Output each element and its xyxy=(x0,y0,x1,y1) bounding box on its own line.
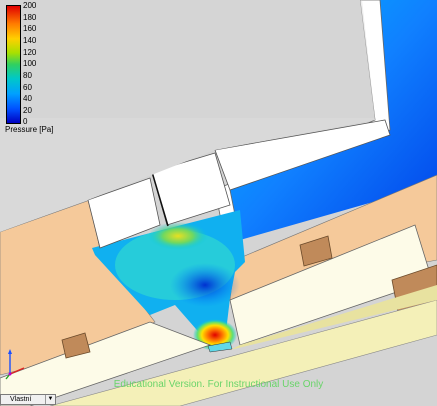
axis-triad-icon xyxy=(5,349,25,380)
educational-watermark: Educational Version. For Instructional U… xyxy=(113,379,324,390)
legend-tick: 20 xyxy=(23,106,32,115)
legend-tick: 180 xyxy=(23,13,37,22)
legend-tick: 100 xyxy=(23,59,37,68)
view-select-value: Vlastní xyxy=(10,396,32,403)
pressure-legend: 200 180 160 140 120 100 80 60 40 20 0 Pr… xyxy=(4,1,64,135)
legend-tick: 80 xyxy=(23,71,32,80)
legend-tick: 120 xyxy=(23,48,37,57)
legend-tick: 200 xyxy=(23,1,37,10)
legend-color-bar xyxy=(6,5,21,124)
legend-tick: 160 xyxy=(23,24,37,33)
pressure-flow-scene xyxy=(0,0,437,406)
simulation-viewport[interactable]: 200 180 160 140 120 100 80 60 40 20 0 Pr… xyxy=(0,0,437,406)
legend-tick: 140 xyxy=(23,36,37,45)
legend-unit-label: Pressure [Pa] xyxy=(5,125,54,134)
view-orientation-select[interactable]: Vlastní ▼ xyxy=(0,394,56,405)
legend-tick: 60 xyxy=(23,83,32,92)
legend-tick: 40 xyxy=(23,94,32,103)
chevron-down-icon[interactable]: ▼ xyxy=(45,395,55,404)
